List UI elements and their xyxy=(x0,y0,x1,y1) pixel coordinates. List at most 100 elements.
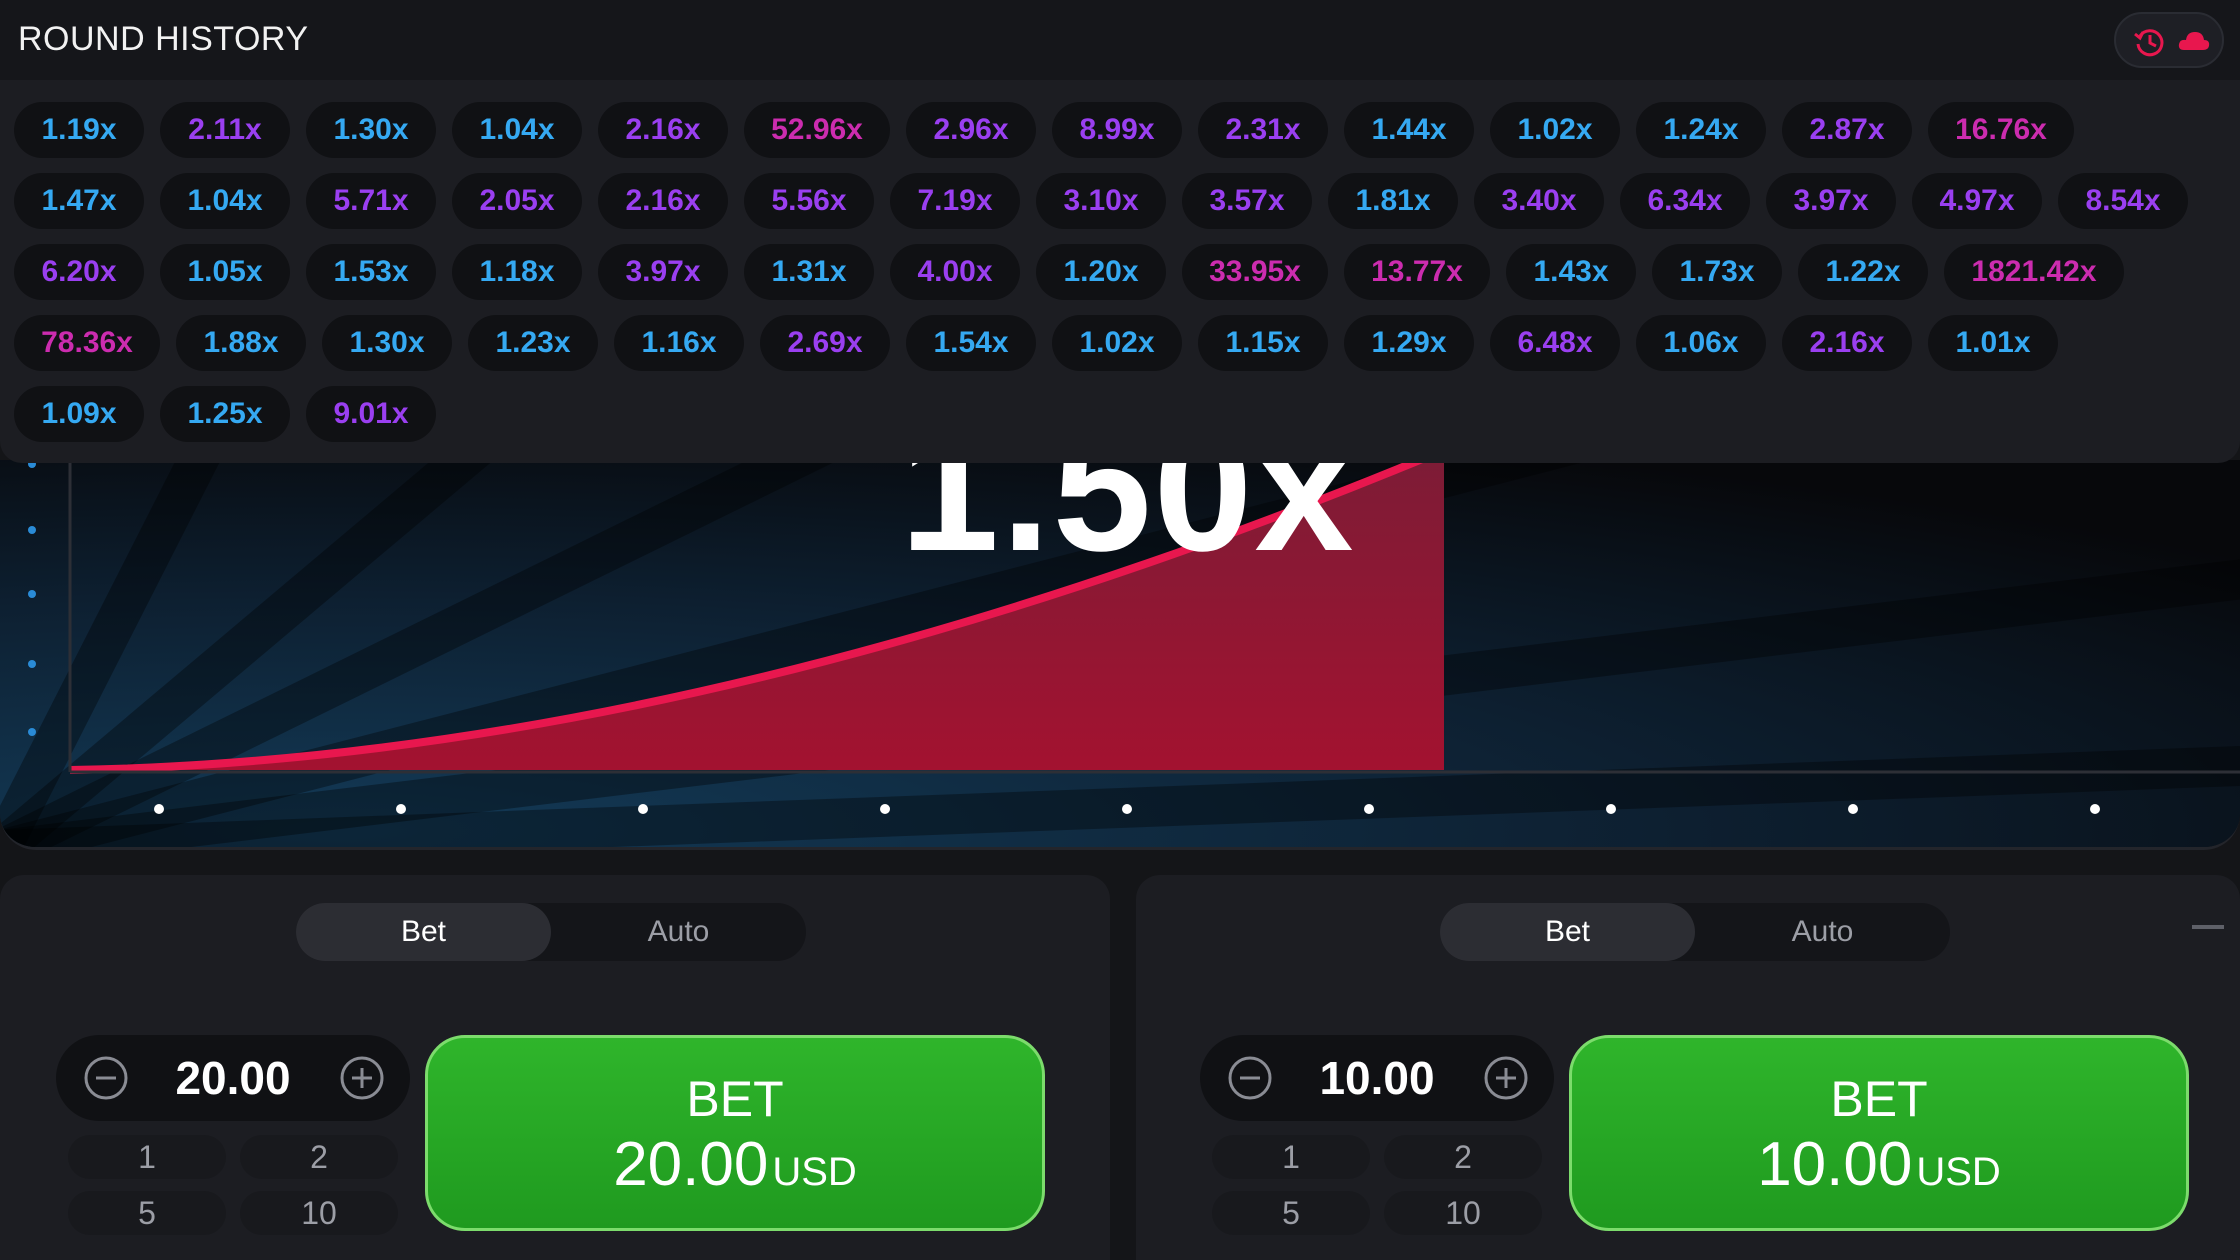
round-history-chip[interactable]: 4.00x xyxy=(890,244,1020,300)
round-history-chip[interactable]: 1821.42x xyxy=(1944,244,2124,300)
tab-bet[interactable]: Bet xyxy=(1440,903,1695,961)
round-history-title: ROUND HISTORY xyxy=(18,20,309,58)
round-history-chip[interactable]: 1.53x xyxy=(306,244,436,300)
round-history-chip[interactable]: 3.10x xyxy=(1036,173,1166,229)
minus-circle-icon[interactable] xyxy=(82,1054,130,1102)
round-history-chip[interactable]: 7.19x xyxy=(890,173,1020,229)
round-history-chip[interactable]: 1.01x xyxy=(1928,315,2058,371)
round-history-chip[interactable]: 1.31x xyxy=(744,244,874,300)
minus-circle-icon[interactable] xyxy=(1226,1054,1274,1102)
quick-amount-1[interactable]: 1 xyxy=(68,1135,226,1179)
round-history-chip[interactable]: 8.99x xyxy=(1052,102,1182,158)
round-history-chip[interactable]: 1.06x xyxy=(1636,315,1766,371)
bet-button-currency: USD xyxy=(1916,1150,2001,1194)
bet-button-amount: 10.00 xyxy=(1757,1130,1913,1199)
round-history-chip[interactable]: 5.56x xyxy=(744,173,874,229)
round-history-chip[interactable]: 1.15x xyxy=(1198,315,1328,371)
bet-button[interactable]: BET 10.00 USD xyxy=(1569,1035,2189,1231)
bet-amount-stepper: 20.00 xyxy=(56,1035,410,1121)
round-history-chip[interactable]: 5.71x xyxy=(306,173,436,229)
quick-amount-5[interactable]: 5 xyxy=(1212,1191,1370,1235)
round-history-chip[interactable]: 1.44x xyxy=(1344,102,1474,158)
round-history-chip[interactable]: 1.29x xyxy=(1344,315,1474,371)
round-history-chip[interactable]: 1.09x xyxy=(14,386,144,442)
round-history-chip[interactable]: 1.73x xyxy=(1652,244,1782,300)
bet-panel-2: Bet Auto 10.00 1 2 5 10 BET 10.00 USD xyxy=(1136,875,2240,1260)
round-history-chip[interactable]: 2.16x xyxy=(1782,315,1912,371)
round-history-chip[interactable]: 78.36x xyxy=(14,315,160,371)
bet-button-amount-line: 10.00 USD xyxy=(1572,1134,2186,1203)
round-history-chip[interactable]: 1.25x xyxy=(160,386,290,442)
tab-auto[interactable]: Auto xyxy=(551,903,806,961)
round-history-chip[interactable]: 1.88x xyxy=(176,315,306,371)
bet-button[interactable]: BET 20.00 USD xyxy=(425,1035,1045,1231)
round-history-chip[interactable]: 8.54x xyxy=(2058,173,2188,229)
round-history-chip[interactable]: 1.81x xyxy=(1328,173,1458,229)
round-history-chip[interactable]: 2.16x xyxy=(598,102,728,158)
round-history-chip[interactable]: 1.54x xyxy=(906,315,1036,371)
round-history-chip[interactable]: 1.47x xyxy=(14,173,144,229)
round-history-chip[interactable]: 1.05x xyxy=(160,244,290,300)
round-history-chip[interactable]: 3.97x xyxy=(598,244,728,300)
round-history-chip[interactable]: 3.97x xyxy=(1766,173,1896,229)
round-history-chip[interactable]: 2.96x xyxy=(906,102,1036,158)
bet-amount-value[interactable]: 20.00 xyxy=(126,1035,340,1121)
plus-circle-icon[interactable] xyxy=(1482,1054,1530,1102)
bet-panel-1: Bet Auto 20.00 1 2 5 10 BET 20.00 USD xyxy=(0,875,1110,1260)
round-history-chip[interactable]: 2.05x xyxy=(452,173,582,229)
round-history-chip[interactable]: 52.96x xyxy=(744,102,890,158)
bet-mode-tabs: Bet Auto xyxy=(296,903,806,961)
quick-amount-10[interactable]: 10 xyxy=(1384,1191,1542,1235)
plus-circle-icon[interactable] xyxy=(338,1054,386,1102)
round-history-chip[interactable]: 1.02x xyxy=(1052,315,1182,371)
round-history-chip[interactable]: 1.22x xyxy=(1798,244,1928,300)
tab-auto[interactable]: Auto xyxy=(1695,903,1950,961)
round-history-chip[interactable]: 33.95x xyxy=(1182,244,1328,300)
round-history-chip[interactable]: 6.48x xyxy=(1490,315,1620,371)
round-history-chip[interactable]: 6.34x xyxy=(1620,173,1750,229)
round-history-chip[interactable]: 9.01x xyxy=(306,386,436,442)
history-toggle-button[interactable] xyxy=(2114,12,2224,68)
bet-amount-stepper: 10.00 xyxy=(1200,1035,1554,1121)
round-history-chip[interactable]: 1.30x xyxy=(322,315,452,371)
round-history-chip[interactable]: 1.30x xyxy=(306,102,436,158)
round-history-chip[interactable]: 1.20x xyxy=(1036,244,1166,300)
round-history-chip[interactable]: 1.04x xyxy=(160,173,290,229)
round-history-chip[interactable]: 4.97x xyxy=(1912,173,2042,229)
bet-button-amount-line: 20.00 USD xyxy=(428,1134,1042,1203)
round-history-chip[interactable]: 2.87x xyxy=(1782,102,1912,158)
round-history-panel: ROUND HISTORY 1.19x 2.11x 1.30x 1.04x 2.16x 5… xyxy=(0,0,2240,463)
bet-button-label: BET xyxy=(686,1071,784,1127)
round-history-chip[interactable]: 1.43x xyxy=(1506,244,1636,300)
round-history-chip[interactable]: 1.23x xyxy=(468,315,598,371)
round-history-chip[interactable]: 16.76x xyxy=(1928,102,2074,158)
round-history-chip[interactable]: 13.77x xyxy=(1344,244,1490,300)
round-history-chip[interactable]: 1.04x xyxy=(452,102,582,158)
cloud-icon[interactable] xyxy=(2176,24,2212,60)
tab-bet[interactable]: Bet xyxy=(296,903,551,961)
quick-amount-10[interactable]: 10 xyxy=(240,1191,398,1235)
quick-amount-2[interactable]: 2 xyxy=(240,1135,398,1179)
round-history-chip[interactable]: 1.16x xyxy=(614,315,744,371)
round-history-chip[interactable]: 2.16x xyxy=(598,173,728,229)
round-history-chip[interactable]: 1.02x xyxy=(1490,102,1620,158)
round-history-chip[interactable]: 3.57x xyxy=(1182,173,1312,229)
round-history-chip[interactable]: 3.40x xyxy=(1474,173,1604,229)
collapse-icon[interactable] xyxy=(2184,903,2232,951)
bet-amount-value[interactable]: 10.00 xyxy=(1270,1035,1484,1121)
round-history-chip[interactable]: 6.20x xyxy=(14,244,144,300)
bet-button-label: BET xyxy=(1830,1071,1928,1127)
bet-button-currency: USD xyxy=(772,1150,857,1194)
round-history-chip[interactable]: 2.31x xyxy=(1198,102,1328,158)
round-history-chip[interactable]: 2.11x xyxy=(160,102,290,158)
aviator-game-screen: 1.50x ROUND HISTORY 1.19x 2.11x 1.30x 1.04x… xyxy=(0,0,2240,1260)
quick-amount-2[interactable]: 2 xyxy=(1384,1135,1542,1179)
history-icon[interactable] xyxy=(2132,24,2168,60)
bet-button-amount: 20.00 xyxy=(613,1130,769,1199)
quick-amount-1[interactable]: 1 xyxy=(1212,1135,1370,1179)
round-history-chip[interactable]: 1.24x xyxy=(1636,102,1766,158)
round-history-chip[interactable]: 1.19x xyxy=(14,102,144,158)
round-history-chip[interactable]: 1.18x xyxy=(452,244,582,300)
round-history-chip[interactable]: 2.69x xyxy=(760,315,890,371)
quick-amount-5[interactable]: 5 xyxy=(68,1191,226,1235)
